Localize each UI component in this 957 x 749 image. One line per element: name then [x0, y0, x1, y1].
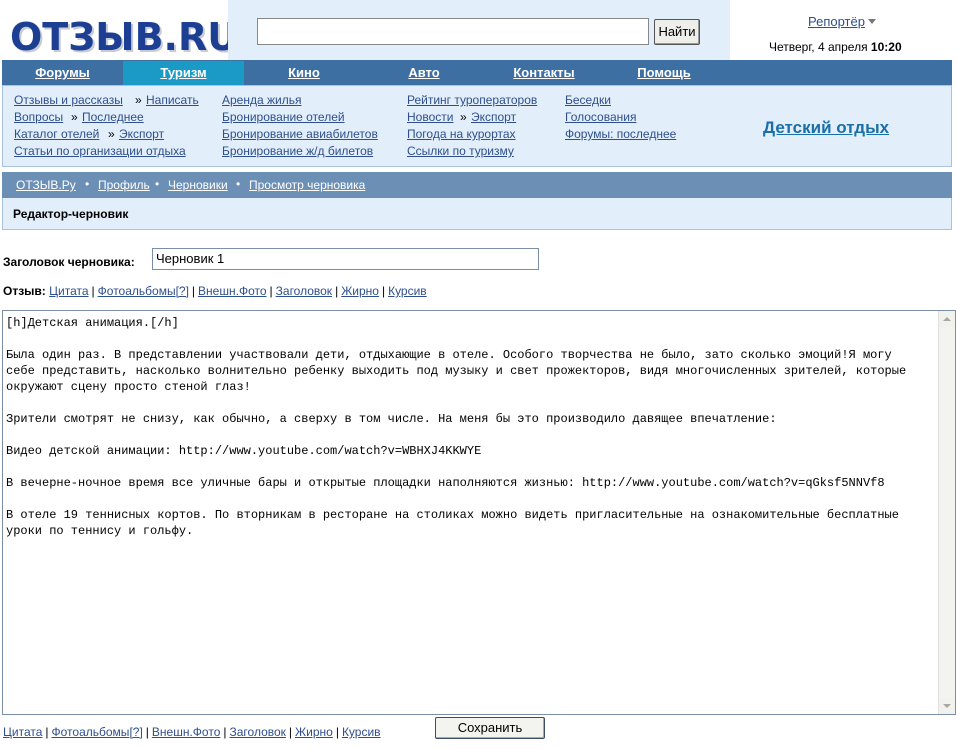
- review-text[interactable]: [h]Детская анимация.[/h] Была один раз. …: [6, 315, 921, 539]
- breadcrumb-separator: •: [155, 177, 160, 191]
- submenu-chats[interactable]: Беседки: [565, 93, 611, 107]
- tool-quote[interactable]: Цитата: [3, 725, 42, 739]
- submenu-forums-latest[interactable]: Форумы: последнее: [565, 127, 676, 141]
- tool-photo-albums[interactable]: Фотоальбомы: [98, 284, 176, 298]
- search-input[interactable]: [257, 18, 649, 45]
- current-date: Четверг, 4 апреля 10:20: [769, 40, 902, 54]
- submenu-separator: »: [71, 110, 78, 124]
- nav-forums[interactable]: Форумы: [2, 60, 123, 85]
- tool-heading[interactable]: Заголовок: [230, 725, 286, 739]
- editor-scrollbar[interactable]: [938, 311, 955, 714]
- tool-bold[interactable]: Жирно: [341, 284, 379, 298]
- main-nav: Форумы Туризм Кино Авто Контакты Помощь: [2, 60, 952, 85]
- submenu-questions[interactable]: Вопросы: [14, 110, 63, 124]
- arrow-down-icon: [943, 704, 951, 708]
- breadcrumb-drafts[interactable]: Черновики: [168, 178, 228, 192]
- tool-external-photo[interactable]: Внешн.Фото: [152, 725, 220, 739]
- nav-contacts[interactable]: Контакты: [484, 60, 604, 85]
- tool-bold[interactable]: Жирно: [295, 725, 333, 739]
- review-label: Отзыв:: [3, 284, 46, 298]
- scroll-down-button[interactable]: [939, 698, 955, 714]
- tool-help[interactable]: [?]: [129, 725, 142, 739]
- submenu-hotel-booking[interactable]: Бронирование отелей: [222, 110, 345, 124]
- submenu-separator: »: [135, 93, 142, 107]
- save-button[interactable]: Сохранить: [435, 717, 545, 739]
- search-panel: Найти: [228, 0, 730, 60]
- breadcrumb-profile[interactable]: Профиль: [98, 178, 150, 192]
- nav-auto[interactable]: Авто: [364, 60, 484, 85]
- chevron-down-icon[interactable]: [868, 19, 876, 24]
- tool-heading[interactable]: Заголовок: [276, 284, 332, 298]
- breadcrumb-separator: •: [85, 177, 90, 191]
- submenu-write[interactable]: Написать: [146, 93, 199, 107]
- breadcrumb-home[interactable]: ОТЗЫВ.Ру: [16, 178, 76, 192]
- draft-title-label: Заголовок черновика:: [3, 255, 135, 269]
- arrow-up-icon: [943, 317, 951, 321]
- submenu-polls[interactable]: Голосования: [565, 110, 636, 124]
- submenu-articles[interactable]: Статьи по организации отдыха: [14, 144, 186, 158]
- tool-quote[interactable]: Цитата: [49, 284, 88, 298]
- search-button[interactable]: Найти: [654, 19, 700, 45]
- breadcrumb-view-draft[interactable]: Просмотр черновика: [249, 178, 365, 192]
- tool-italic[interactable]: Курсив: [342, 725, 381, 739]
- breadcrumb-separator: •: [236, 177, 241, 191]
- submenu-news-export[interactable]: Экспорт: [471, 110, 516, 124]
- nav-movies[interactable]: Кино: [244, 60, 364, 85]
- submenu-reviews[interactable]: Отзывы и рассказы: [14, 93, 123, 107]
- page-header: [2, 198, 952, 230]
- submenu-export[interactable]: Экспорт: [119, 127, 164, 141]
- date-text: Четверг, 4 апреля: [769, 40, 868, 54]
- draft-title-input[interactable]: Черновик 1: [152, 248, 539, 270]
- tool-help[interactable]: [?]: [176, 284, 189, 298]
- submenu-links[interactable]: Ссылки по туризму: [407, 144, 514, 158]
- submenu-separator: »: [108, 127, 115, 141]
- nav-tourism[interactable]: Туризм: [123, 60, 244, 85]
- site-logo[interactable]: ОТЗЫВ.RU: [10, 15, 238, 59]
- scroll-up-button[interactable]: [939, 311, 955, 327]
- tool-italic[interactable]: Курсив: [388, 284, 427, 298]
- current-time: 10:20: [870, 40, 902, 54]
- submenu-news[interactable]: Новости: [407, 110, 453, 124]
- submenu-latest[interactable]: Последнее: [82, 110, 144, 124]
- submenu-air-booking[interactable]: Бронирование авиабилетов: [222, 127, 378, 141]
- submenu-hotel-catalog[interactable]: Каталог отелей: [14, 127, 99, 141]
- submenu-separator: »: [460, 110, 467, 124]
- editor-toolbar-bottom: Цитата | Фотоальбомы[?] | Внешн.Фото | Заголов…: [3, 725, 381, 739]
- submenu-train-booking[interactable]: Бронирование ж/д билетов: [222, 144, 373, 158]
- tool-photo-albums[interactable]: Фотоальбомы: [52, 725, 130, 739]
- submenu-weather[interactable]: Погода на курортах: [407, 127, 516, 141]
- page-title: Редактор-черновик: [13, 207, 129, 221]
- submenu-tour-rating[interactable]: Рейтинг туроператоров: [407, 93, 537, 107]
- submenu-rental[interactable]: Аренда жилья: [222, 93, 301, 107]
- tool-external-photo[interactable]: Внешн.Фото: [198, 284, 266, 298]
- editor-toolbar-top: Отзыв: Цитата | Фотоальбомы[?] | Внешн.Фото |…: [3, 284, 427, 298]
- review-textarea[interactable]: [h]Детская анимация.[/h] Была один раз. …: [2, 310, 956, 715]
- reporter-menu[interactable]: Репортёр: [808, 14, 865, 29]
- kids-vacation-link[interactable]: Детский отдых: [763, 118, 889, 138]
- nav-help[interactable]: Помощь: [604, 60, 724, 85]
